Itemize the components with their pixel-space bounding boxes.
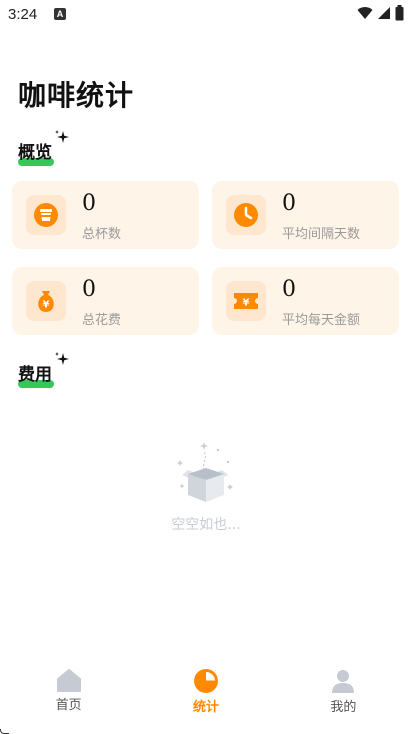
sparkle-icon (55, 352, 69, 365)
status-time: 3:24 (8, 6, 38, 23)
money-bag-icon: ¥ (38, 291, 54, 312)
stat-value: 0 (82, 277, 96, 302)
nav-label: 统计 (192, 700, 219, 715)
stat-icon-box (226, 195, 266, 235)
stat-card-total-spend: ¥ 0 总花费 (12, 267, 199, 335)
clock-icon (234, 203, 258, 227)
empty-state: 空空如也... (0, 440, 412, 534)
stat-card-avg-daily: ¥ 0 平均每天金额 (212, 267, 399, 335)
stat-label: 平均每天金额 (282, 313, 361, 328)
overview-heading: 概览 (18, 130, 69, 166)
home-icon (56, 669, 81, 692)
a-icon: A (54, 8, 66, 20)
wifi-icon (357, 7, 373, 20)
stat-icon-box (26, 195, 66, 235)
stat-label: 平均间隔天数 (282, 227, 361, 242)
stats-screen: 3:24 A 咖啡统计 概览 0 总杯数 0 平均间隔天数 ¥ 0 总花费 ¥ … (0, 0, 412, 734)
stat-card-total-cups: 0 总杯数 (12, 181, 199, 249)
expenses-heading: 费用 (18, 352, 69, 388)
nav-label: 首页 (55, 698, 82, 713)
pie-chart-icon (193, 669, 218, 693)
yen-ticket-icon: ¥ (234, 293, 258, 309)
bottom-nav: 首页 统计 我的 (0, 654, 412, 734)
sparkle-icon (55, 130, 69, 143)
stat-value: 0 (282, 191, 296, 216)
stat-icon-box: ¥ (26, 281, 66, 321)
stat-label: 总花费 (82, 313, 122, 328)
nav-label: 我的 (330, 700, 357, 715)
svg-text:¥: ¥ (43, 300, 50, 311)
person-icon (332, 670, 355, 693)
empty-box-icon (177, 442, 233, 502)
empty-text: 空空如也... (171, 517, 241, 533)
stat-value: 0 (82, 191, 96, 216)
stat-value: 0 (282, 277, 296, 302)
stat-label: 总杯数 (82, 227, 122, 242)
svg-text:¥: ¥ (243, 298, 250, 309)
battery-icon (395, 5, 404, 21)
status-icons (357, 5, 404, 21)
corner-indicator (0, 729, 9, 734)
page-title: 咖啡统计 (18, 79, 135, 112)
cup-icon (34, 203, 58, 227)
nav-item-profile[interactable]: 我的 (275, 654, 412, 734)
overview-heading-label: 概览 (18, 143, 52, 163)
nav-item-stats[interactable]: 统计 (137, 654, 274, 734)
stat-card-avg-interval: 0 平均间隔天数 (212, 181, 399, 249)
status-bar: 3:24 A (0, 0, 412, 28)
expenses-heading-label: 费用 (18, 365, 52, 385)
signal-icon (378, 7, 390, 19)
stat-icon-box: ¥ (226, 281, 266, 321)
nav-item-home[interactable]: 首页 (0, 654, 137, 734)
